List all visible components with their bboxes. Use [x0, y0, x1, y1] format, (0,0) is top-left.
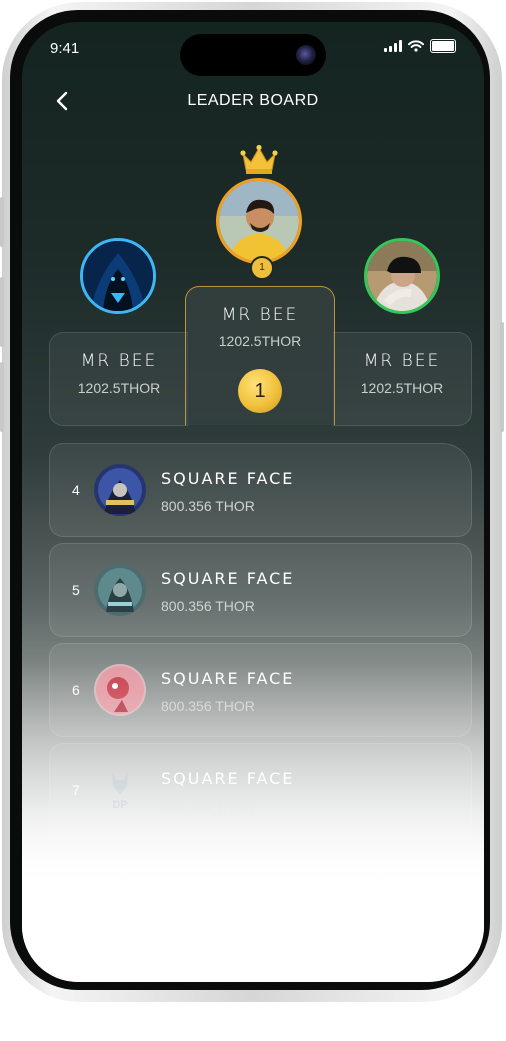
dynamic-island: [180, 34, 326, 76]
row-avatar-text: DP: [112, 799, 127, 811]
row-name: SQUARE FACE: [161, 769, 295, 788]
third-place-name: MR BEE: [363, 351, 441, 371]
battery-icon: [430, 39, 456, 53]
first-place-score: 1202.5THOR: [218, 333, 302, 349]
app-screen: 9:41 LEADER BOARD 1 MR BEE 1202.5THOR MR…: [22, 22, 484, 982]
cellular-signal-icon: [384, 40, 402, 52]
power-button: [500, 322, 504, 432]
row-name: SQUARE FACE: [161, 669, 295, 688]
row-avatar: DP: [94, 764, 146, 816]
page-title: LEADER BOARD: [187, 92, 319, 109]
row-score: 800.356 THOR: [161, 498, 255, 514]
volume-down-button: [0, 362, 4, 432]
row-score: 800.356 THOR: [161, 698, 255, 714]
camera-icon: [296, 45, 316, 65]
avatar-first-place[interactable]: [216, 178, 302, 264]
row-rank: 6: [72, 682, 80, 698]
leaderboard-row[interactable]: 4 SQUARE FACE 800.356 THOR: [49, 443, 472, 537]
row-score: 800.356 THOR: [161, 598, 255, 614]
second-place-score: 1202.5THOR: [77, 380, 161, 396]
status-icons: [384, 39, 456, 53]
mute-switch: [0, 197, 4, 247]
row-rank: 5: [72, 582, 80, 598]
row-name: SQUARE FACE: [161, 569, 295, 588]
row-name: SQUARE FACE: [161, 469, 295, 488]
first-place-rank-badge: 1: [238, 369, 282, 413]
leaderboard-row[interactable]: 5 SQUARE FACE 800.356 THOR: [49, 543, 472, 637]
row-score: 800.356 THOR: [161, 798, 255, 814]
second-place-name: MR BEE: [80, 351, 158, 371]
status-time: 9:41: [50, 40, 80, 57]
row-avatar: [94, 464, 146, 516]
row-avatar: [94, 564, 146, 616]
leaderboard-row[interactable]: 6 SQUARE FACE 800.356 THOR: [49, 643, 472, 737]
third-place-score: 1202.5THOR: [360, 380, 444, 396]
row-rank: 4: [72, 482, 80, 498]
avatar-second-place[interactable]: [80, 238, 156, 314]
first-place-small-badge: 1: [250, 256, 274, 280]
row-avatar: [94, 664, 146, 716]
row-rank: 7: [72, 782, 80, 798]
volume-up-button: [0, 277, 4, 347]
podium-first-place[interactable]: MR BEE 1202.5THOR 1: [185, 286, 335, 425]
wifi-icon: [408, 40, 424, 52]
podium-third-place[interactable]: MR BEE 1202.5THOR: [333, 332, 472, 426]
podium-second-place[interactable]: MR BEE 1202.5THOR: [49, 332, 188, 426]
avatar-third-place[interactable]: [364, 238, 440, 314]
leaderboard-row[interactable]: 7 DP SQUARE FACE 800.356 THOR: [49, 743, 472, 837]
first-place-name: MR BEE: [221, 305, 299, 325]
crown-icon: [240, 144, 278, 174]
